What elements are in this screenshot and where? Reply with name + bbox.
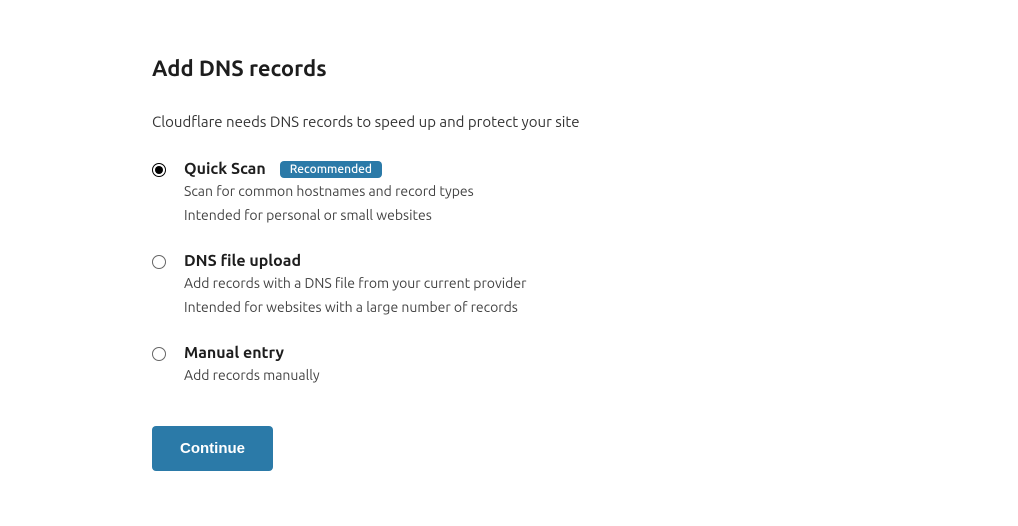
option-desc-line: Scan for common hostnames and record typ… — [184, 181, 474, 202]
option-dns-file-upload[interactable]: DNS file upload Add records with a DNS f… — [152, 252, 700, 318]
option-desc-line: Add records manually — [184, 365, 320, 386]
page-subtitle: Cloudflare needs DNS records to speed up… — [152, 113, 700, 130]
continue-button[interactable]: Continue — [152, 426, 273, 471]
radio-dns-file-upload[interactable] — [152, 255, 166, 269]
options-group: Quick Scan Recommended Scan for common h… — [152, 160, 700, 386]
radio-manual-entry[interactable] — [152, 347, 166, 361]
option-title: DNS file upload — [184, 252, 301, 270]
option-desc-line: Add records with a DNS file from your cu… — [184, 273, 526, 294]
option-title: Manual entry — [184, 344, 284, 362]
option-desc-line: Intended for personal or small websites — [184, 205, 474, 226]
page-title: Add DNS records — [152, 56, 700, 81]
radio-quick-scan[interactable] — [152, 163, 166, 177]
option-manual-entry[interactable]: Manual entry Add records manually — [152, 344, 700, 386]
option-desc-line: Intended for websites with a large numbe… — [184, 297, 526, 318]
option-title: Quick Scan — [184, 160, 266, 178]
recommended-badge: Recommended — [280, 161, 382, 178]
option-quick-scan[interactable]: Quick Scan Recommended Scan for common h… — [152, 160, 700, 226]
